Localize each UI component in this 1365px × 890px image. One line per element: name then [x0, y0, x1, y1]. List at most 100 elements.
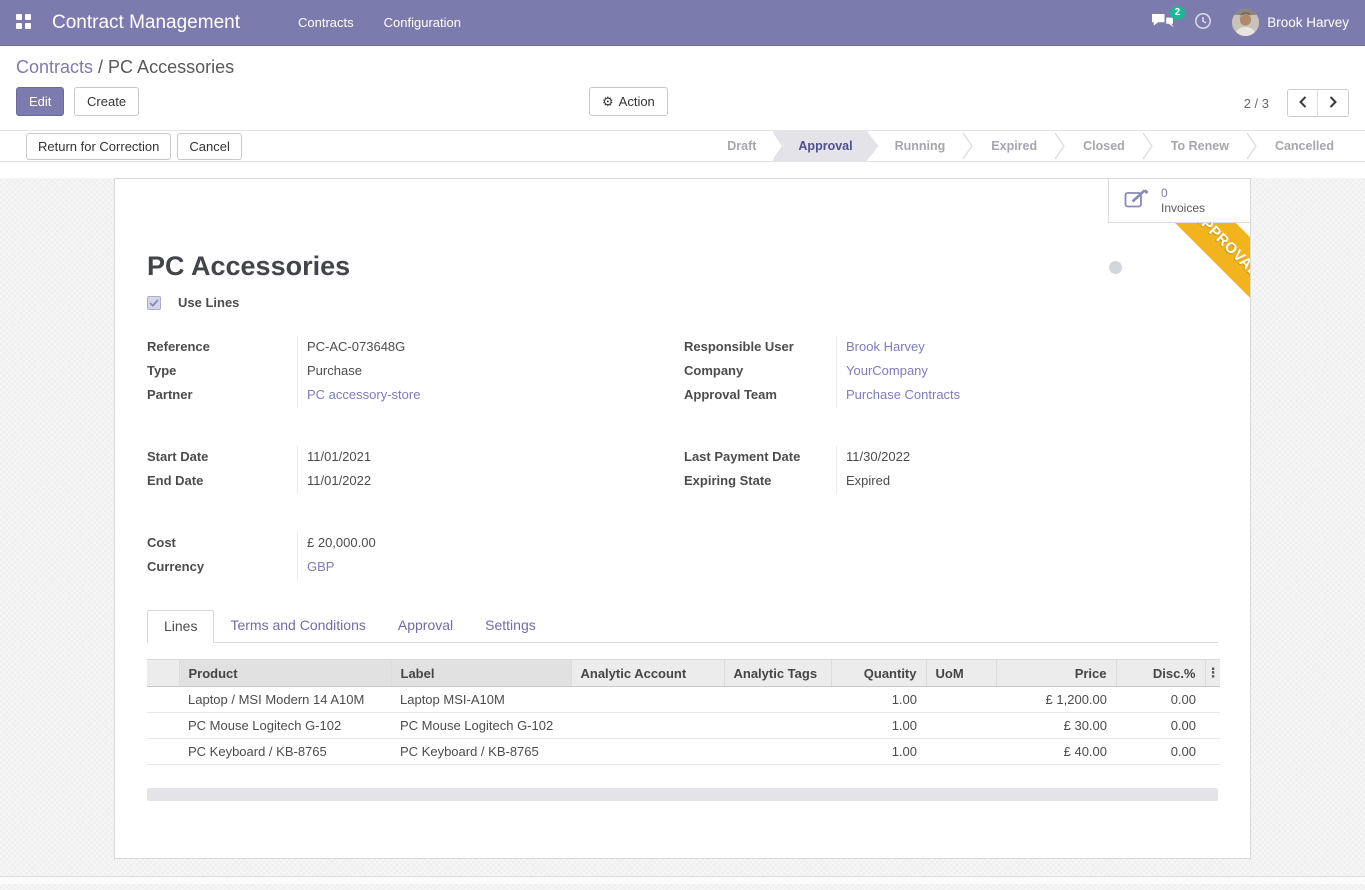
cell-analytic-account[interactable] [571, 687, 724, 713]
column-header-analytic-account[interactable]: Analytic Account [571, 660, 724, 687]
tab-settings[interactable]: Settings [469, 610, 552, 643]
cell-product[interactable]: PC Keyboard / KB-8765 [179, 739, 391, 765]
kanban-state-indicator[interactable] [1109, 261, 1122, 274]
cell-optional [1205, 713, 1220, 739]
cell-disc[interactable]: 0.00 [1116, 739, 1205, 765]
cell-label[interactable]: PC Keyboard / KB-8765 [391, 739, 571, 765]
field-value-partner-link[interactable]: PC accessory-store [297, 384, 684, 408]
cell-quantity[interactable]: 1.00 [831, 713, 926, 739]
optional-columns-icon[interactable]: ⋮ [1205, 660, 1220, 687]
tab-approval[interactable]: Approval [382, 610, 469, 643]
user-menu-button[interactable]: Brook Harvey [1232, 9, 1349, 36]
menu-item-configuration[interactable]: Configuration [384, 11, 461, 34]
table-horizontal-scrollbar[interactable] [147, 788, 1218, 801]
field-value-currency-link[interactable]: GBP [297, 556, 684, 580]
field-label-end-date: End Date [147, 470, 297, 494]
cell-uom[interactable] [926, 739, 996, 765]
cell-analytic-tags[interactable] [724, 687, 831, 713]
table-row[interactable]: PC Mouse Logitech G-102 PC Mouse Logitec… [147, 713, 1220, 739]
cell-disc[interactable]: 0.00 [1116, 687, 1205, 713]
table-row[interactable]: PC Keyboard / KB-8765 PC Keyboard / KB-8… [147, 739, 1220, 765]
pager-value[interactable]: 2 / 3 [1244, 96, 1269, 111]
content-area: 0 Invoices UNDER APPROVAL PC Accessories… [0, 178, 1365, 890]
apps-menu-button[interactable] [0, 0, 46, 46]
cell-label[interactable]: PC Mouse Logitech G-102 [391, 713, 571, 739]
breadcrumb-separator: / [93, 57, 108, 77]
cell-analytic-tags[interactable] [724, 713, 831, 739]
clock-icon [1194, 12, 1212, 33]
status-state-approval[interactable]: Approval [772, 131, 878, 161]
chevron-separator-icon [1246, 131, 1258, 161]
invoices-stat-button[interactable]: 0 Invoices [1108, 179, 1250, 223]
chevron-right-icon [1329, 96, 1337, 111]
row-handle-cell [147, 739, 179, 765]
drag-handle-column-header [147, 660, 179, 687]
row-handle-cell [147, 687, 179, 713]
pager-next-button[interactable] [1318, 90, 1348, 116]
field-value-approval-team-link[interactable]: Purchase Contracts [836, 384, 1218, 408]
breadcrumb-current: PC Accessories [108, 57, 234, 77]
cell-analytic-account[interactable] [571, 713, 724, 739]
column-header-analytic-tags[interactable]: Analytic Tags [724, 660, 831, 687]
status-state-running[interactable]: Running [878, 131, 963, 161]
cell-uom[interactable] [926, 713, 996, 739]
status-pipeline: Draft Approval Running Expired Closed To… [710, 131, 1365, 161]
field-value-type: Purchase [297, 360, 684, 384]
status-state-draft[interactable]: Draft [710, 131, 773, 161]
field-value-start-date: 11/01/2021 [297, 446, 684, 470]
field-value-company-link[interactable]: YourCompany [836, 360, 1218, 384]
table-row[interactable]: Laptop / MSI Modern 14 A10M Laptop MSI-A… [147, 687, 1220, 713]
field-value-last-payment-date: 11/30/2022 [836, 446, 1218, 470]
cell-analytic-tags[interactable] [724, 739, 831, 765]
menu-item-contracts[interactable]: Contracts [298, 11, 354, 34]
field-value-responsible-user-link[interactable]: Brook Harvey [836, 336, 1218, 360]
status-state-cancelled[interactable]: Cancelled [1258, 131, 1351, 161]
messages-menu-button[interactable]: 2 [1151, 13, 1174, 33]
cell-label[interactable]: Laptop MSI-A10M [391, 687, 571, 713]
cell-disc[interactable]: 0.00 [1116, 713, 1205, 739]
cell-analytic-account[interactable] [571, 739, 724, 765]
activities-menu-button[interactable] [1194, 12, 1212, 33]
cell-quantity[interactable]: 1.00 [831, 739, 926, 765]
apps-grid-icon [16, 14, 31, 32]
control-panel: Contracts / PC Accessories Edit Create ⚙… [0, 46, 1365, 117]
main-menu: Contracts Configuration [298, 11, 461, 34]
action-button[interactable]: ⚙Action [589, 87, 668, 116]
cell-product[interactable]: PC Mouse Logitech G-102 [179, 713, 391, 739]
use-lines-checkbox[interactable] [147, 296, 161, 310]
column-header-label[interactable]: Label [391, 660, 571, 687]
status-state-to-renew[interactable]: To Renew [1154, 131, 1246, 161]
column-header-price[interactable]: Price [996, 660, 1116, 687]
chevron-left-icon [1299, 96, 1307, 111]
status-state-closed[interactable]: Closed [1066, 131, 1142, 161]
column-header-product[interactable]: Product [179, 660, 391, 687]
create-button[interactable]: Create [74, 87, 139, 116]
check-icon [149, 295, 159, 310]
cell-uom[interactable] [926, 687, 996, 713]
record-title: PC Accessories [147, 179, 1218, 282]
app-title: Contract Management [52, 12, 240, 34]
pager-previous-button[interactable] [1288, 90, 1318, 116]
status-state-expired[interactable]: Expired [974, 131, 1054, 161]
tab-terms-and-conditions[interactable]: Terms and Conditions [214, 610, 381, 643]
return-for-correction-button[interactable]: Return for Correction [26, 133, 171, 160]
cancel-button[interactable]: Cancel [177, 133, 241, 160]
tab-lines[interactable]: Lines [147, 610, 214, 643]
cell-product[interactable]: Laptop / MSI Modern 14 A10M [179, 687, 391, 713]
cell-price[interactable]: £ 40.00 [996, 739, 1116, 765]
column-header-disc[interactable]: Disc.% [1116, 660, 1205, 687]
pager: 2 / 3 [1244, 89, 1349, 117]
column-header-uom[interactable]: UoM [926, 660, 996, 687]
invoices-label: Invoices [1161, 201, 1205, 216]
cell-price[interactable]: £ 1,200.00 [996, 687, 1116, 713]
cell-quantity[interactable]: 1.00 [831, 687, 926, 713]
statusbar: Return for Correction Cancel Draft Appro… [0, 130, 1365, 162]
breadcrumb-contracts-link[interactable]: Contracts [16, 57, 93, 77]
edit-button[interactable]: Edit [16, 87, 64, 116]
cell-price[interactable]: £ 30.00 [996, 713, 1116, 739]
messages-count-badge: 2 [1170, 6, 1186, 20]
field-group-cost: Cost£ 20,000.00 CurrencyGBP [147, 532, 1218, 580]
invoices-count: 0 [1161, 186, 1205, 201]
column-header-quantity[interactable]: Quantity [831, 660, 926, 687]
field-label-last-payment-date: Last Payment Date [684, 446, 836, 470]
